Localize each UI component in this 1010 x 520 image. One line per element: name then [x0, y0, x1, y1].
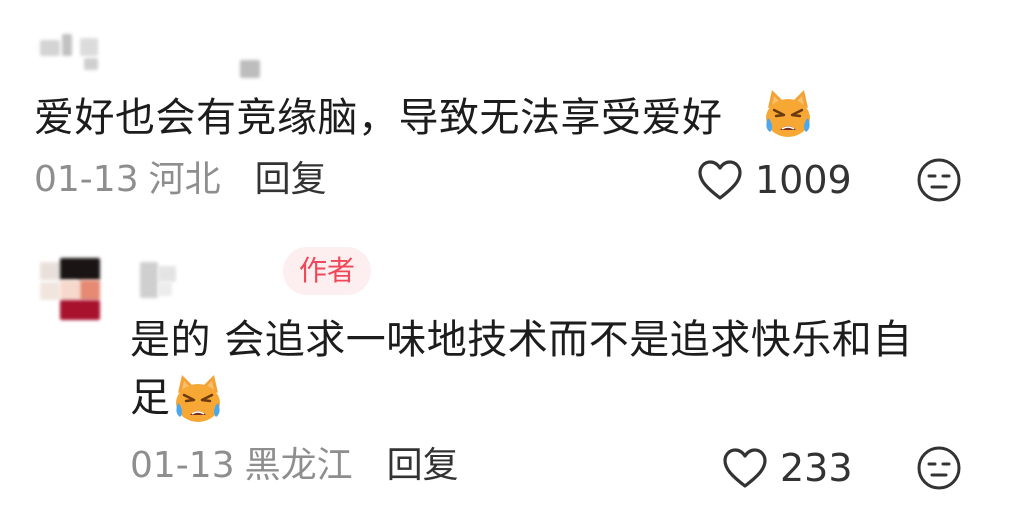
comment-meta: 01-13 河北 回复 — [34, 158, 327, 202]
comment-region: 黑龙江 — [244, 445, 353, 486]
reply-button[interactable]: 回复 — [255, 158, 327, 202]
comment-date: 01-13 — [130, 445, 235, 486]
comment-text: 爱好也会有竞缘脑，导致无法享受爱好 — [34, 90, 723, 146]
like-count: 233 — [780, 446, 853, 490]
like-count: 1009 — [755, 158, 852, 202]
heart-outline-icon[interactable] — [722, 447, 768, 489]
reply-button[interactable]: 回复 — [387, 444, 459, 488]
crying-cat-emoji-icon — [176, 375, 220, 422]
heart-outline-icon[interactable] — [697, 159, 743, 201]
comment-body: 爱好也会有竞缘脑，导致无法享受爱好 — [34, 95, 723, 141]
unamused-face-icon[interactable] — [916, 157, 962, 203]
comment-body: 足 — [130, 375, 171, 421]
comment-date: 01-13 — [34, 159, 139, 200]
comment-text-line-2: 足 — [130, 370, 171, 426]
author-badge: 作者 — [283, 247, 371, 295]
like-button[interactable]: 1009 — [697, 158, 852, 202]
comment-text-line-1: 是的 会追求一味地技术而不是追求快乐和自 — [130, 312, 913, 368]
like-button[interactable]: 233 — [722, 446, 853, 490]
comment-region: 河北 — [148, 159, 221, 200]
comment-body: 是的 会追求一味地技术而不是追求快乐和自 — [130, 317, 913, 363]
comment-meta: 01-13 黑龙江 回复 — [130, 444, 459, 488]
unamused-face-icon[interactable] — [916, 445, 962, 491]
crying-cat-emoji-icon — [766, 90, 810, 137]
